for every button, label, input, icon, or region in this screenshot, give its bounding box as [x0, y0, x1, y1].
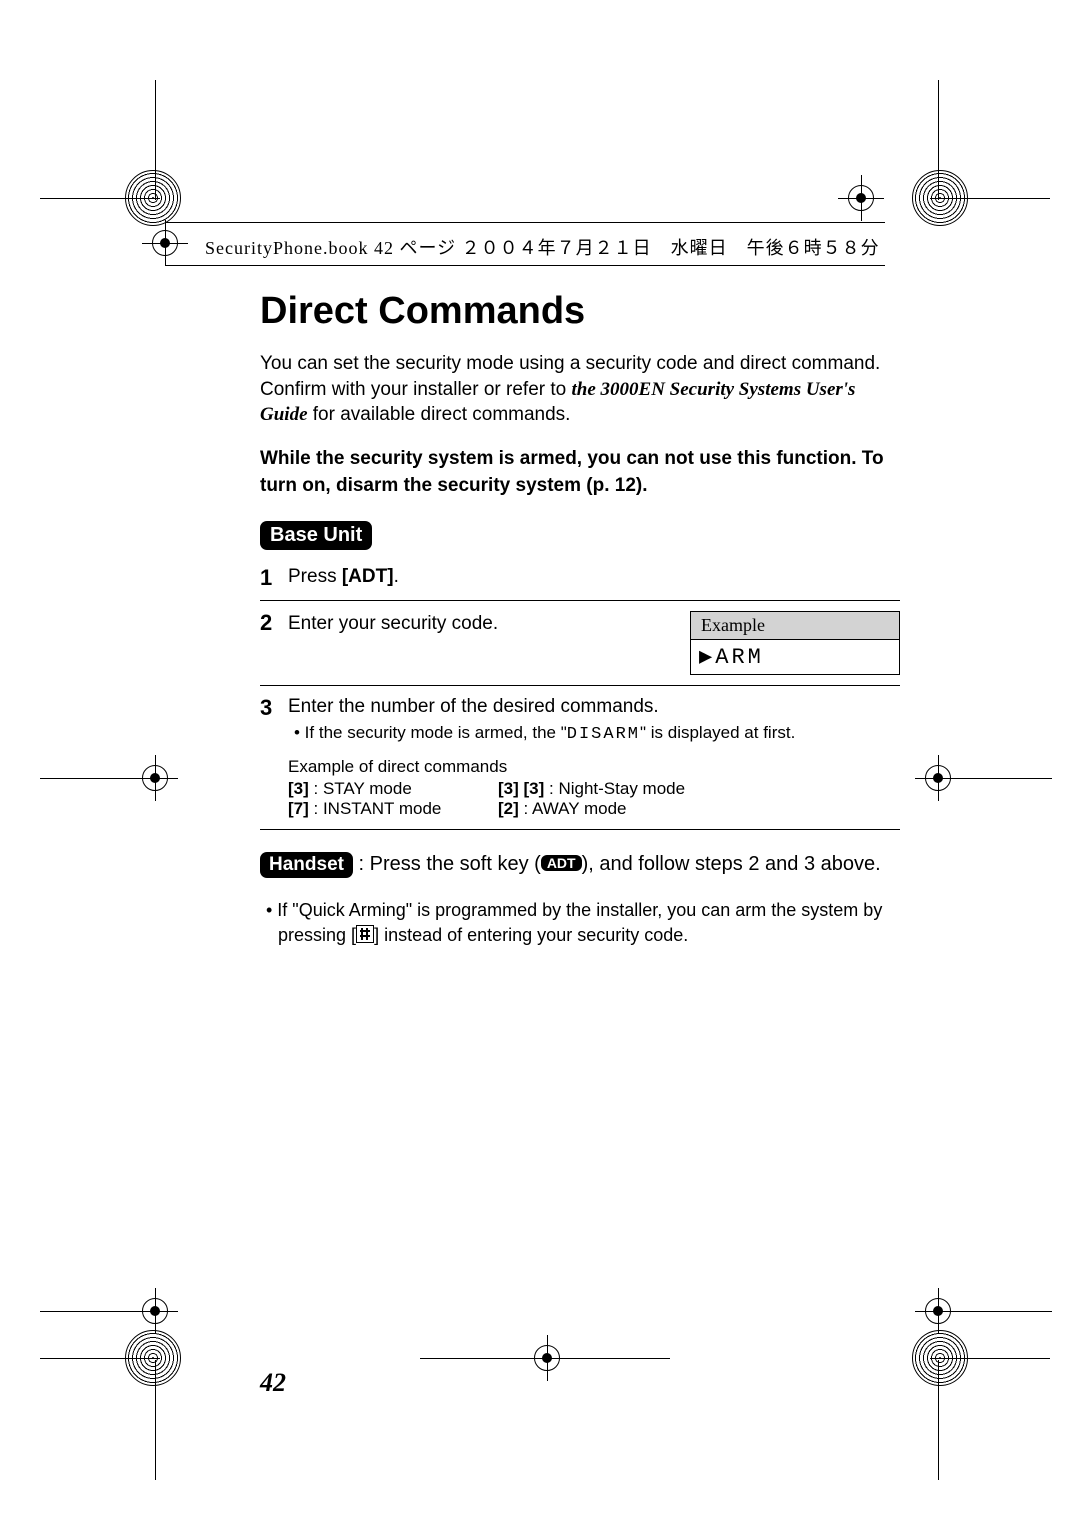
header-rule-top [165, 222, 885, 223]
page-content: Direct Commands You can set the security… [260, 290, 900, 949]
crop-line [938, 80, 939, 200]
crop-line [952, 1311, 1052, 1312]
handset-text-b: ), and follow steps 2 and 3 above. [582, 853, 881, 875]
step-2: 2 Enter your security code. Example ▶ARM [260, 601, 900, 686]
cmd-33-val: : Night-Stay mode [544, 779, 685, 798]
header-crop-text: SecurityPhone.book 42 ページ ２００４年７月２１日 水曜日… [205, 234, 880, 260]
footnote-b: instead of entering your security code. [379, 925, 688, 945]
crop-line [952, 778, 1052, 779]
handset-text-a: : Press the soft key ( [353, 853, 541, 875]
intro-paragraph: You can set the security mode using a se… [260, 351, 900, 428]
header-rule-bottom [165, 265, 885, 266]
crop-line [420, 1358, 670, 1359]
intro-text-2: for available direct commands. [308, 404, 571, 425]
step-3-number: 3 [260, 696, 288, 720]
cmd-3-val: : STAY mode [309, 779, 412, 798]
step-3-sub-a: • If the security mode is armed, the " [294, 723, 567, 742]
step-3-subnote: • If the security mode is armed, the "DI… [288, 722, 900, 747]
crop-line [155, 80, 156, 200]
step-1-number: 1 [260, 566, 288, 590]
quick-arming-note: • If "Quick Arming" is programmed by the… [260, 898, 900, 948]
crop-line [930, 198, 1050, 199]
cmd-3-key: [3] [288, 779, 309, 798]
step-3-sub-b: " is displayed at first. [640, 723, 795, 742]
handset-label: Handset [260, 852, 353, 878]
cmd-7-val: : INSTANT mode [309, 799, 442, 818]
crop-line [40, 1311, 140, 1312]
warning-text: While the security system is armed, you … [260, 446, 900, 499]
cmd-2-val: : AWAY mode [519, 799, 627, 818]
crop-line [938, 1360, 939, 1480]
hash-key-icon [356, 925, 374, 943]
page-title: Direct Commands [260, 290, 900, 333]
step-1-key: [ADT] [342, 566, 394, 587]
step-1-text-c: . [394, 566, 399, 587]
crop-line [40, 778, 140, 779]
cmd-33-key: [3] [3] [498, 779, 544, 798]
adt-softkey-icon: ADT [541, 855, 582, 871]
example-label: Example [690, 611, 900, 639]
crop-line [155, 1360, 156, 1480]
registration-target-left [142, 765, 168, 791]
registration-target-br2 [925, 1298, 951, 1324]
example-screen: ▶ARM [690, 639, 900, 675]
base-unit-label: Base Unit [260, 521, 372, 550]
step-2-number: 2 [260, 611, 288, 635]
cmd-2-key: [2] [498, 799, 519, 818]
handset-instruction: Handset : Press the soft key (ADT), and … [260, 852, 900, 878]
commands-table: [3] : STAY mode [7] : INSTANT mode [3] [… [288, 779, 900, 819]
crop-line [930, 1358, 1050, 1359]
registration-target-bl2 [142, 1298, 168, 1324]
step-1-text-a: Press [288, 566, 342, 587]
registration-target-right [925, 765, 951, 791]
step-2-text: Enter your security code. [288, 611, 670, 635]
registration-target-top-b [848, 185, 874, 211]
crop-line [40, 198, 160, 199]
cmd-7-key: [7] [288, 799, 309, 818]
step-3-text: Enter the number of the desired commands… [288, 696, 900, 718]
crop-line [40, 1358, 160, 1359]
page-number: 42 [260, 1368, 286, 1398]
step-3-disarm: DISARM [567, 725, 640, 744]
example-display: Example ▶ARM [690, 611, 900, 675]
step-1: 1 Press [ADT]. [260, 556, 900, 601]
registration-target-top-a [152, 230, 178, 256]
step-3: 3 Enter the number of the desired comman… [260, 686, 900, 830]
example-commands-title: Example of direct commands [288, 757, 900, 777]
